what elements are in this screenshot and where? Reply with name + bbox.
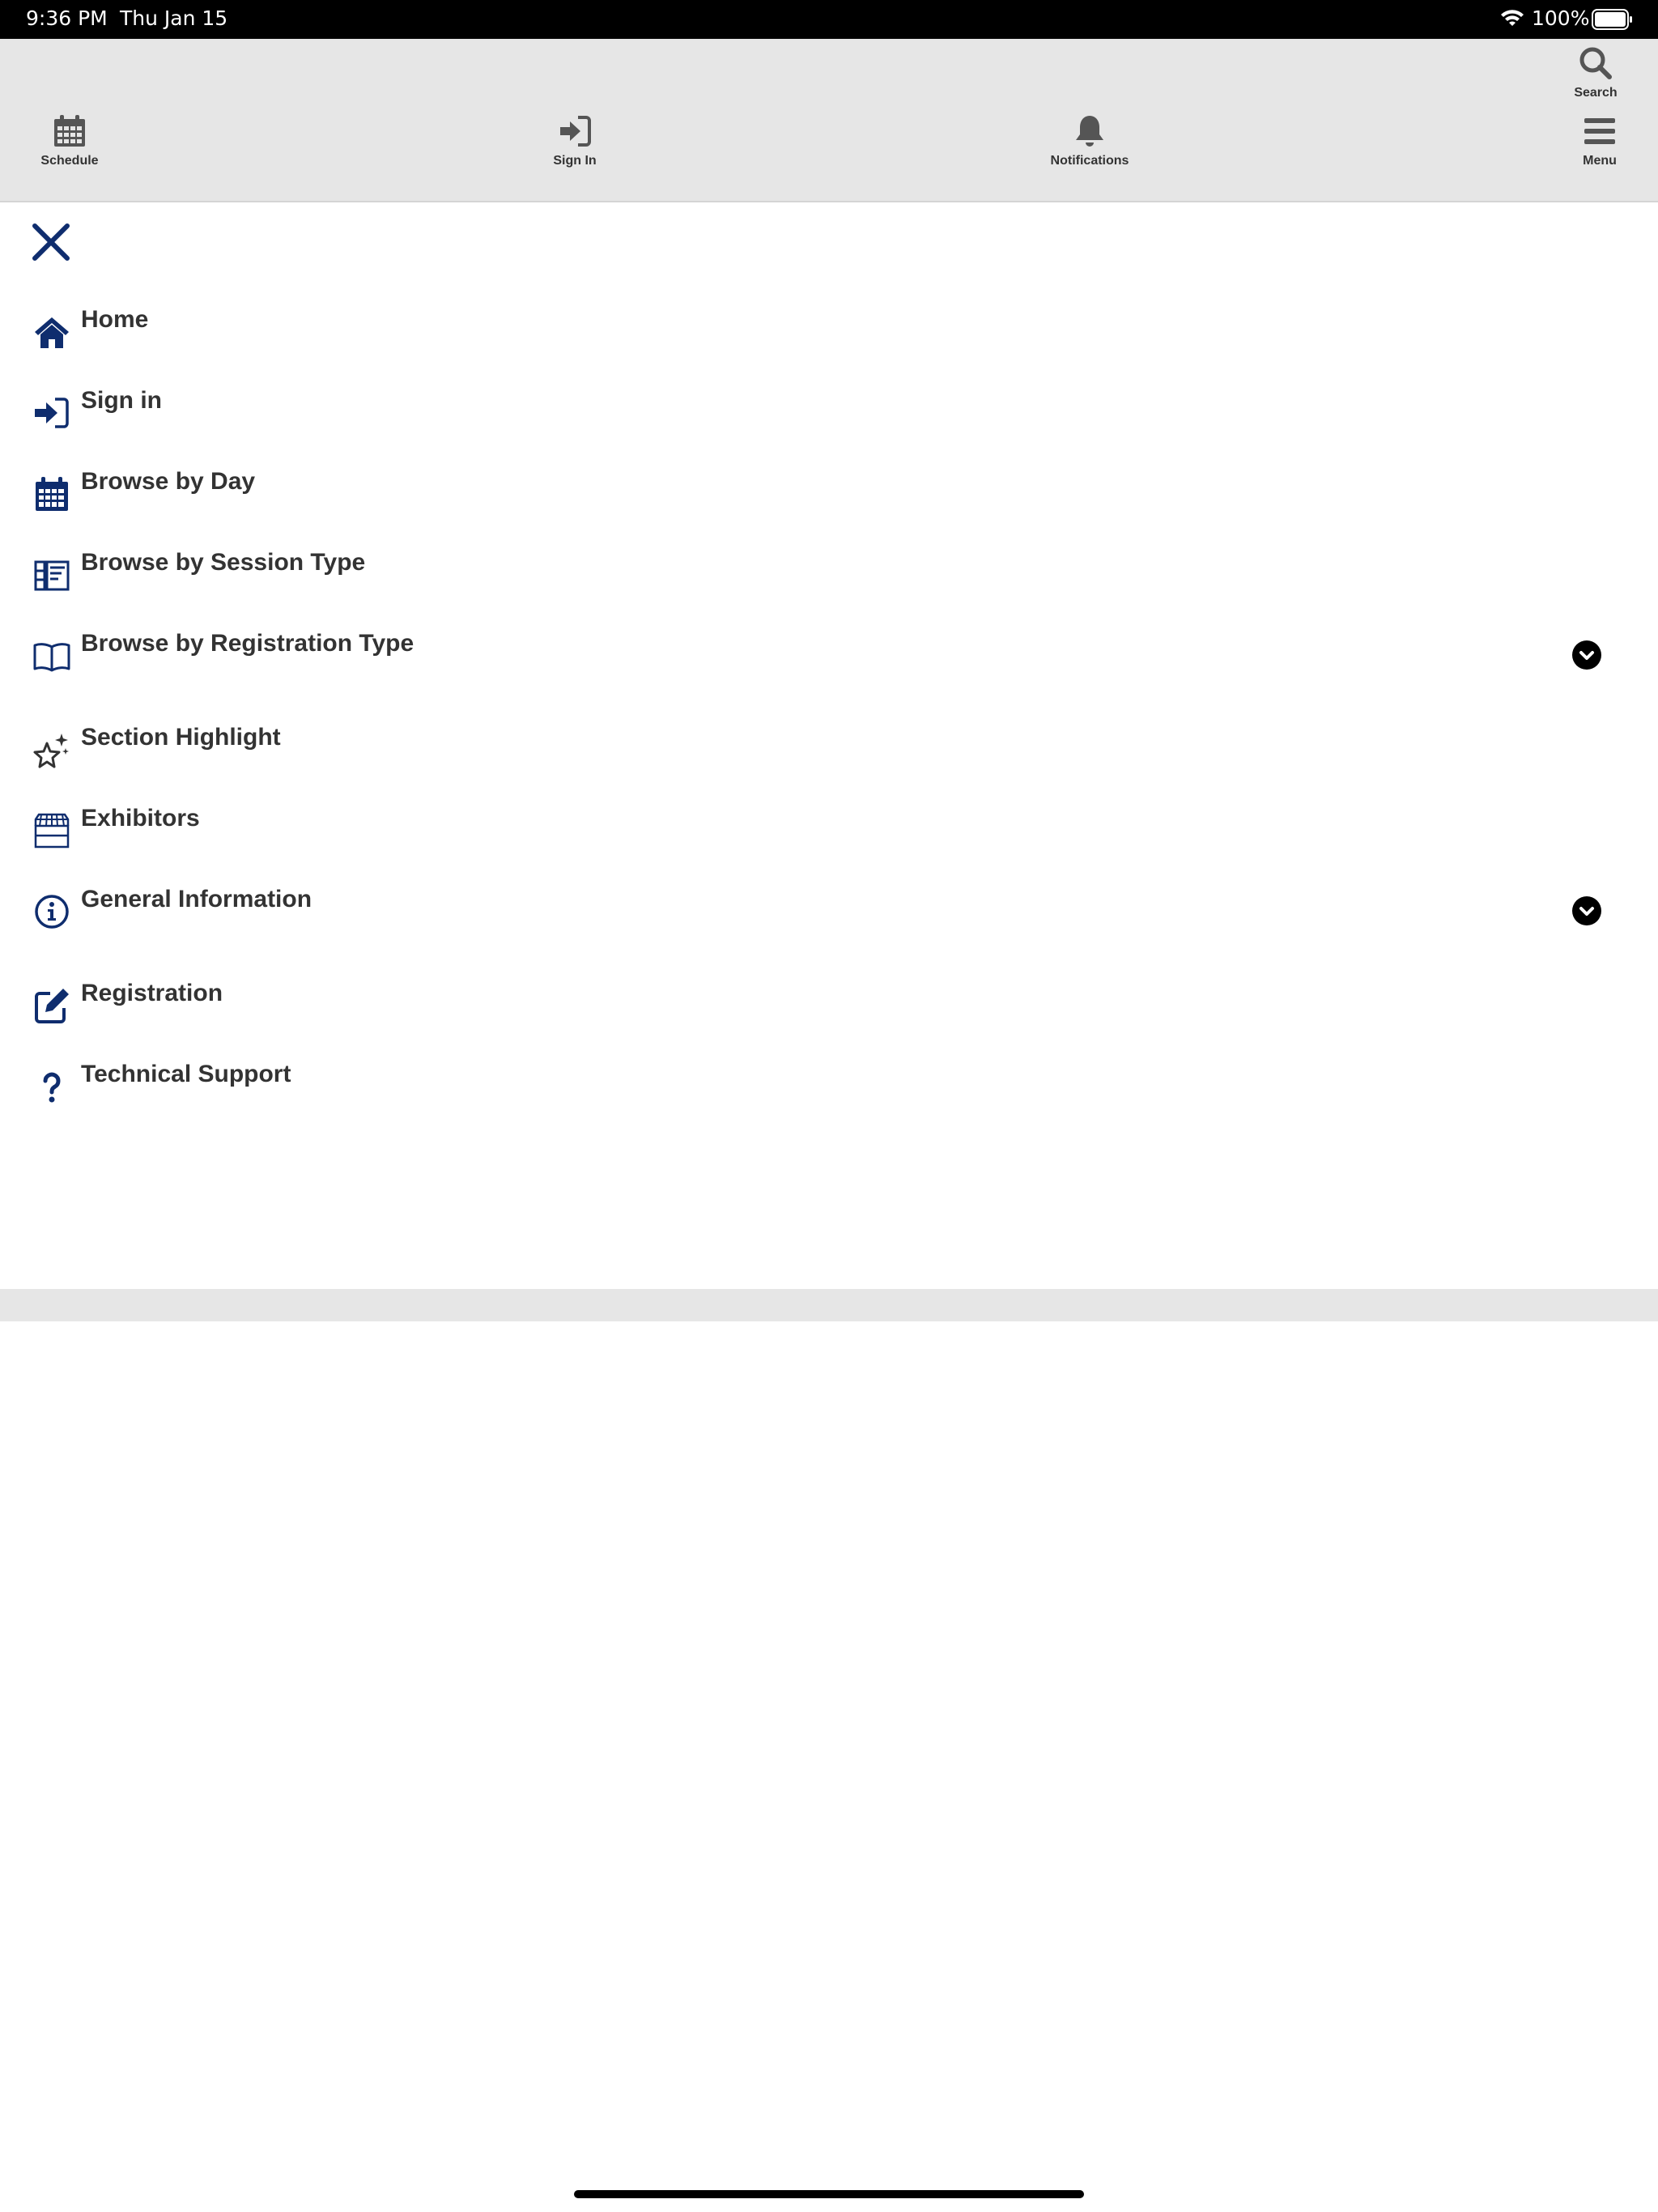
menu-item-label: Exhibitors bbox=[81, 805, 200, 832]
question-icon bbox=[32, 1067, 71, 1106]
menu-item-home[interactable]: Home bbox=[0, 298, 1658, 356]
nav-menu-button[interactable]: Menu bbox=[1562, 113, 1637, 168]
expand-general-information-button[interactable] bbox=[1572, 896, 1601, 925]
nav-schedule-label: Schedule bbox=[40, 154, 99, 168]
home-indicator[interactable] bbox=[574, 2190, 1084, 2198]
menu-item-label: Home bbox=[81, 306, 149, 333]
close-icon bbox=[31, 223, 71, 266]
top-nav-bar: Schedule Sign In Notifications Search Me… bbox=[0, 39, 1658, 202]
nav-schedule-button[interactable]: Schedule bbox=[32, 113, 107, 168]
menu-item-label: Browse by Session Type bbox=[81, 549, 366, 576]
menu-item-sign-in[interactable]: Sign in bbox=[0, 379, 1658, 437]
menu-item-label: Registration bbox=[81, 980, 223, 1006]
nav-notifications-button[interactable]: Notifications bbox=[1033, 113, 1146, 168]
menu-item-general-information[interactable]: General Information bbox=[0, 878, 1658, 936]
menu-item-browse-by-session-type[interactable]: Browse by Session Type bbox=[0, 541, 1658, 599]
bell-icon bbox=[1072, 113, 1107, 149]
search-icon bbox=[1578, 45, 1613, 81]
menu-item-label: General Information bbox=[81, 886, 312, 912]
info-icon bbox=[32, 892, 71, 931]
sign-in-icon bbox=[557, 113, 593, 149]
session-list-icon bbox=[32, 555, 71, 594]
nav-search-button[interactable]: Search bbox=[1559, 45, 1632, 100]
menu-item-label: Browse by Day bbox=[81, 468, 256, 495]
chevron-down-icon bbox=[1572, 896, 1601, 925]
menu-item-registration[interactable]: Registration bbox=[0, 972, 1658, 1030]
nav-sign-in-button[interactable]: Sign In bbox=[538, 113, 612, 168]
calendar-icon bbox=[32, 474, 71, 513]
storefront-icon bbox=[32, 811, 71, 850]
status-date: Thu Jan 15 bbox=[120, 6, 228, 30]
wifi-icon bbox=[1499, 8, 1525, 32]
menu-item-label: Section Highlight bbox=[81, 724, 281, 751]
menu-footer-divider bbox=[0, 1289, 1658, 1321]
chevron-down-icon bbox=[1572, 640, 1601, 670]
status-time: 9:36 PM bbox=[26, 6, 108, 30]
nav-sign-in-label: Sign In bbox=[553, 154, 597, 168]
home-icon bbox=[32, 313, 71, 351]
menu-item-exhibitors[interactable]: Exhibitors bbox=[0, 797, 1658, 855]
battery-icon bbox=[1592, 9, 1634, 35]
sign-in-icon bbox=[32, 393, 71, 432]
nav-menu-label: Menu bbox=[1583, 154, 1617, 168]
nav-search-label: Search bbox=[1574, 86, 1618, 100]
menu-item-label: Sign in bbox=[81, 387, 162, 414]
battery-percent: 100% bbox=[1532, 6, 1590, 30]
book-icon bbox=[32, 636, 71, 675]
menu-item-section-highlight[interactable]: Section Highlight bbox=[0, 716, 1658, 774]
calendar-icon bbox=[52, 113, 87, 149]
menu-item-technical-support[interactable]: Technical Support bbox=[0, 1053, 1658, 1111]
expand-browse-by-registration-type-button[interactable] bbox=[1572, 640, 1601, 670]
status-bar: 9:36 PM Thu Jan 15 100% bbox=[0, 0, 1658, 39]
menu-item-label: Browse by Registration Type bbox=[81, 630, 414, 657]
sparkle-star-icon bbox=[32, 730, 71, 769]
menu-item-browse-by-day[interactable]: Browse by Day bbox=[0, 460, 1658, 518]
edit-icon bbox=[32, 986, 71, 1025]
menu-item-browse-by-registration-type[interactable]: Browse by Registration Type bbox=[0, 622, 1658, 680]
close-menu-button[interactable] bbox=[31, 222, 71, 262]
nav-notifications-label: Notifications bbox=[1050, 154, 1129, 168]
hamburger-icon bbox=[1582, 113, 1618, 149]
menu-item-label: Technical Support bbox=[81, 1061, 291, 1087]
